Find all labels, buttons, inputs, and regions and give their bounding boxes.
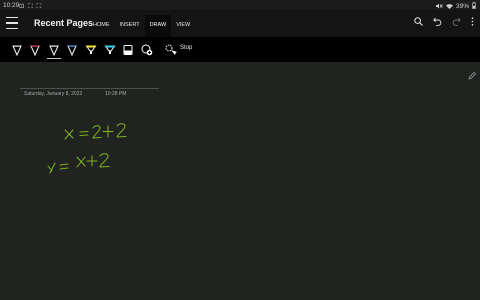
menu-icon[interactable] <box>6 17 18 29</box>
stop-button[interactable]: Stop <box>180 45 192 51</box>
add-pen-icon[interactable] <box>141 43 153 56</box>
app-bar-actions <box>414 17 474 26</box>
tab-insert[interactable]: INSERT <box>115 15 145 37</box>
eraser-icon[interactable] <box>122 43 134 55</box>
undo-icon[interactable] <box>433 17 442 26</box>
page-title: Recent Pages <box>34 18 94 28</box>
more-options-icon[interactable] <box>471 17 474 26</box>
handwritten-ink <box>47 123 127 174</box>
pen-red-tool[interactable] <box>29 43 41 57</box>
pen-white-tool[interactable] <box>11 43 23 57</box>
ribbon-tabs: HOME INSERT DRAW VIEW <box>88 15 195 37</box>
redo-icon[interactable] <box>452 17 461 26</box>
pen-white-selected-tool[interactable] <box>47 43 61 59</box>
draw-toolbar: Stop <box>0 37 480 62</box>
status-time: 10:29 <box>3 2 20 9</box>
highlighter-cyan-tool[interactable] <box>104 43 116 55</box>
search-icon[interactable] <box>414 17 423 26</box>
battery-label: 39% <box>455 3 469 10</box>
tab-home[interactable]: HOME <box>88 15 115 37</box>
lasso-select-icon[interactable] <box>165 43 177 55</box>
tab-view[interactable]: VIEW <box>171 15 195 37</box>
app-bar: Recent Pages HOME INSERT DRAW VIEW <box>0 10 480 37</box>
tab-draw[interactable]: DRAW <box>144 15 172 37</box>
pen-blue-tool[interactable] <box>66 43 78 57</box>
status-bar: 10:29 ⊡ ⛶ ⛶ 39% <box>0 0 480 10</box>
highlighter-yellow-tool[interactable] <box>85 43 97 55</box>
note-canvas[interactable]: Saturday, January 8, 2022 10:28 PM <box>0 62 480 300</box>
